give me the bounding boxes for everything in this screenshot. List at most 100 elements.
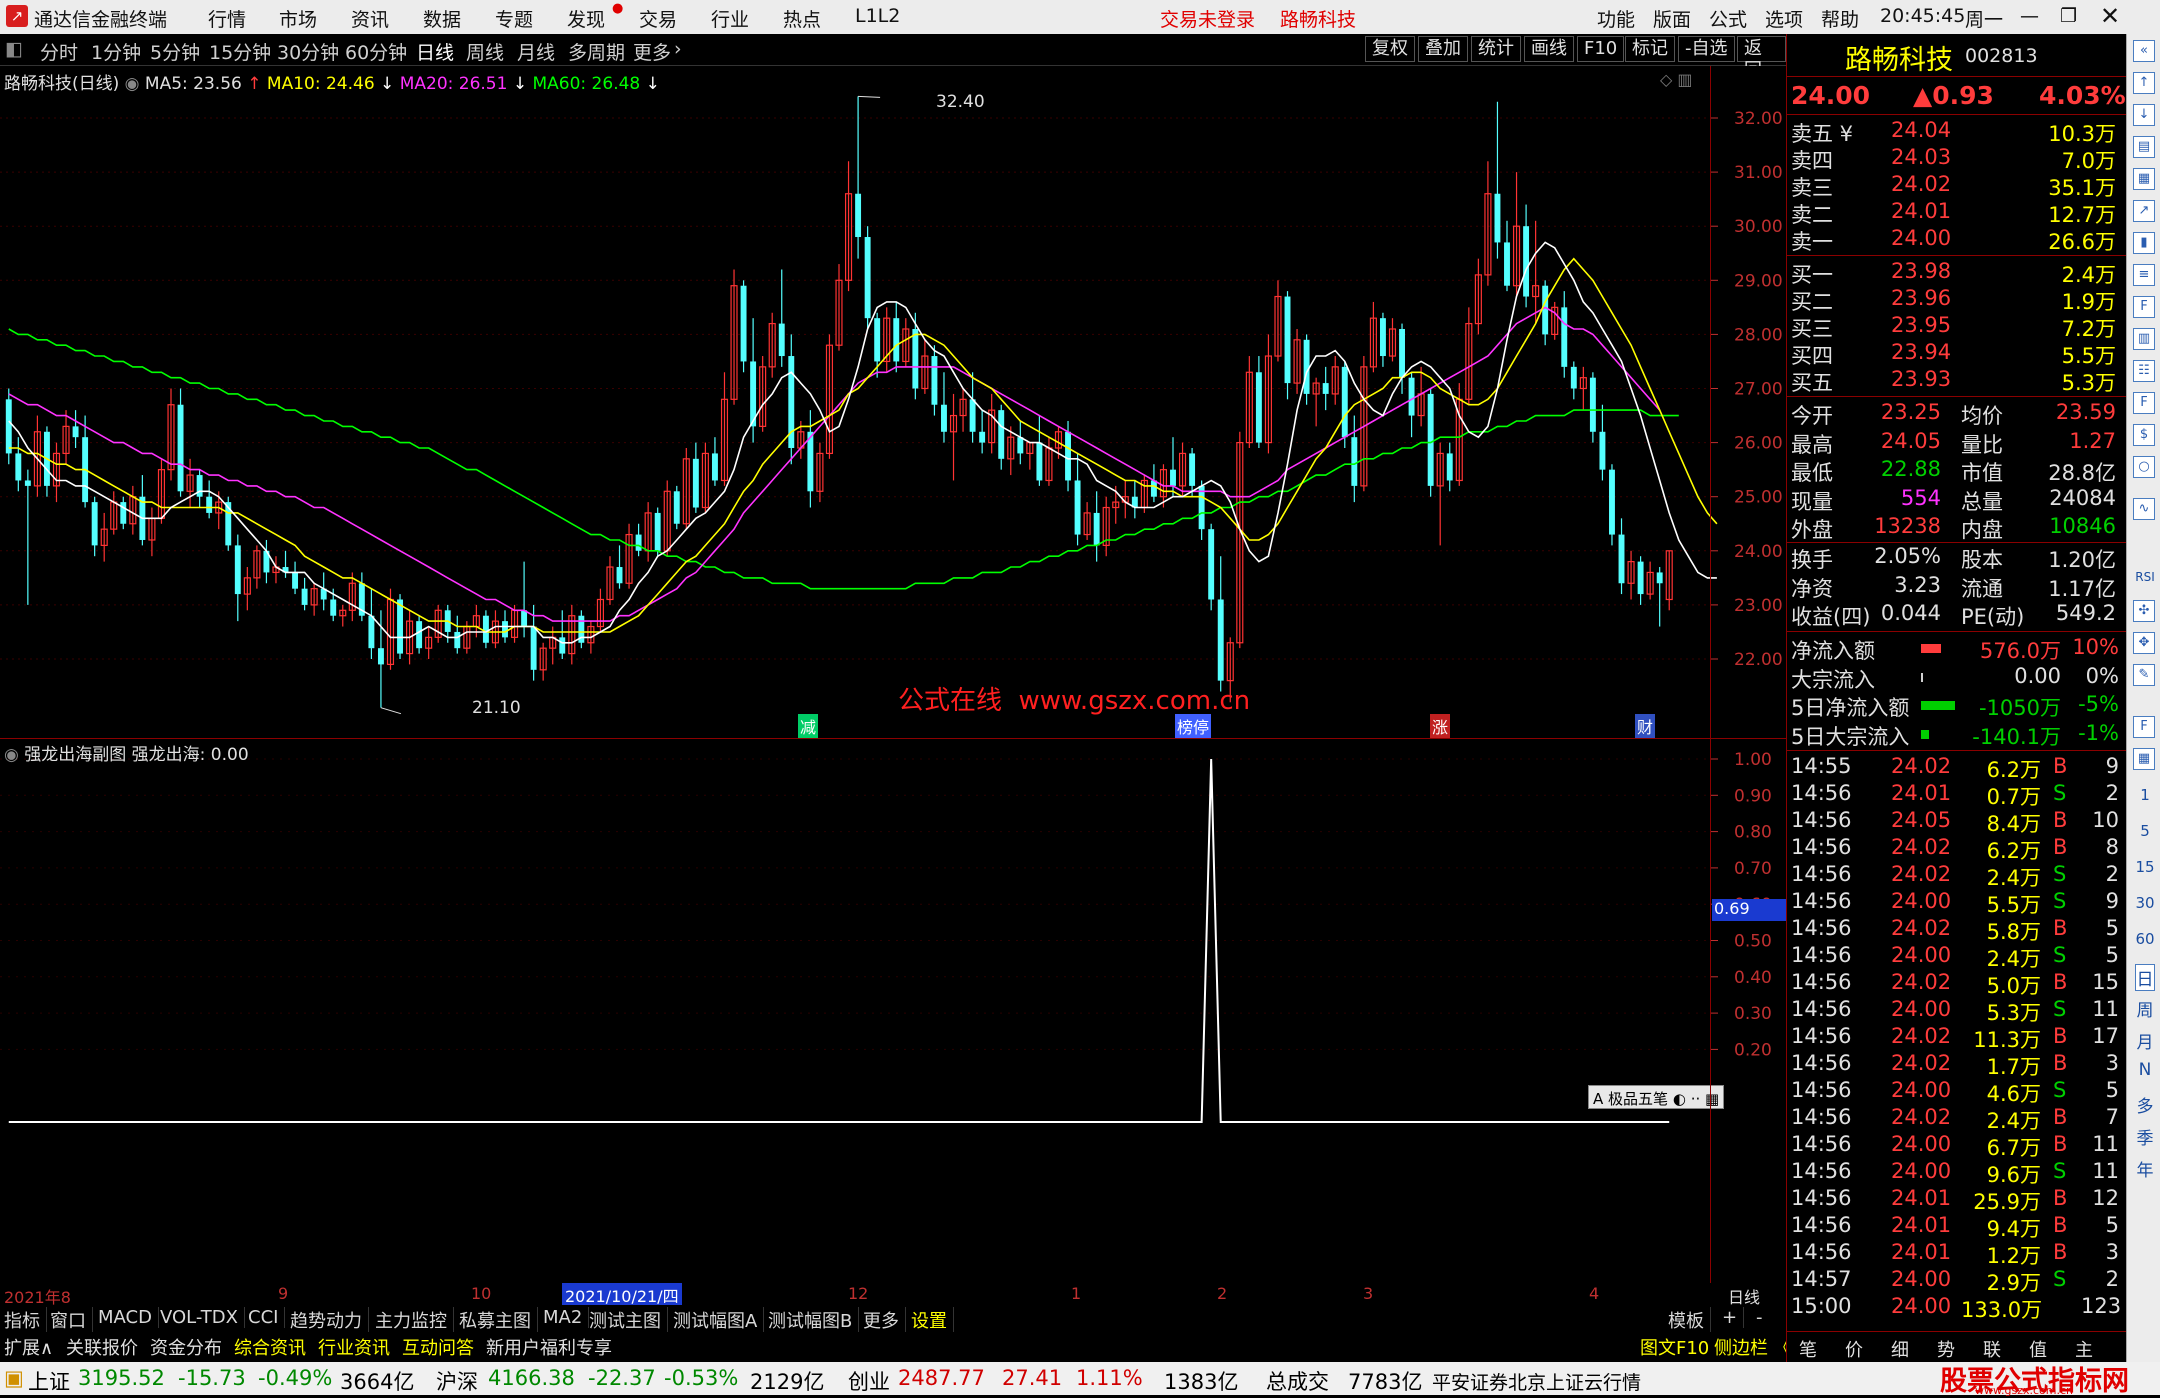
toolbar-diejia[interactable]: 叠加 bbox=[1418, 36, 1468, 62]
tab-cci[interactable]: CCI bbox=[248, 1307, 286, 1328]
ext-zonghe[interactable]: 综合资讯 bbox=[234, 1334, 306, 1360]
menu-item-bangzhu[interactable]: 帮助 bbox=[1821, 5, 1859, 32]
period-multi[interactable]: 多周期 bbox=[568, 38, 625, 65]
settings-icon[interactable]: ◉ bbox=[125, 74, 145, 94]
rsi-icon[interactable]: RSI bbox=[2135, 570, 2155, 584]
bid-row[interactable]: 买三 23.95 7.2万 bbox=[1791, 313, 2121, 341]
rp-tab-jia[interactable]: 价 bbox=[1845, 1336, 1863, 1362]
ask-row[interactable]: 卖四 24.03 7.0万 bbox=[1791, 145, 2121, 173]
ime-name[interactable]: 极品五笔 bbox=[1608, 1090, 1668, 1108]
tab-ceshi-b[interactable]: 测试幅图B bbox=[768, 1307, 860, 1333]
menu-item-jiaoyi[interactable]: 交易 bbox=[639, 5, 677, 32]
period-more[interactable]: 更多 bbox=[633, 38, 671, 65]
side-period-day[interactable]: 日 bbox=[2135, 964, 2155, 991]
list-icon[interactable]: ≡ bbox=[2133, 264, 2155, 286]
period-60min[interactable]: 60分钟 bbox=[345, 38, 407, 65]
pen-icon[interactable]: ✎ bbox=[2133, 664, 2155, 686]
grid2-icon[interactable]: ▦ bbox=[2133, 748, 2155, 770]
period-daily[interactable]: 日线 bbox=[416, 38, 454, 65]
bid-row[interactable]: 买四 23.94 5.5万 bbox=[1791, 340, 2121, 368]
bid-row[interactable]: 买一 23.98 2.4万 bbox=[1791, 259, 2121, 287]
ext-sidebar[interactable]: 侧边栏 《 bbox=[1714, 1334, 1792, 1360]
menu-item-hangqing[interactable]: 行情 bbox=[208, 5, 246, 32]
side-period-week[interactable]: 周 bbox=[2135, 996, 2155, 1021]
money-icon[interactable]: $ bbox=[2133, 424, 2155, 446]
period-monthly[interactable]: 月线 bbox=[517, 38, 555, 65]
ext-hangye[interactable]: 行业资讯 bbox=[318, 1334, 390, 1360]
tab-zhuli[interactable]: 主力监控 bbox=[375, 1307, 454, 1333]
event-tag-bangting[interactable]: 榜停 bbox=[1175, 714, 1212, 738]
rp-tab-bi[interactable]: 笔 bbox=[1799, 1336, 1817, 1362]
menu-item-shuju[interactable]: 数据 bbox=[423, 5, 461, 32]
toolbar-fuquan[interactable]: 复权 bbox=[1365, 36, 1415, 62]
menu-item-redian[interactable]: 热点 bbox=[783, 5, 821, 32]
f5-icon[interactable]: F bbox=[2133, 716, 2155, 738]
network-icon[interactable]: ✣ bbox=[2133, 600, 2155, 622]
tab-template[interactable]: 模板 bbox=[1668, 1307, 1711, 1333]
chart-icon[interactable]: ▥ bbox=[2133, 328, 2155, 350]
ime-toolbar[interactable]: A 极品五笔 ◐ ·· ▦ bbox=[1588, 1085, 1725, 1109]
table-icon[interactable]: ▤ bbox=[2133, 136, 2155, 158]
event-tag-cai[interactable]: 财 bbox=[1635, 714, 1656, 738]
kline-icon[interactable]: ▮ bbox=[2133, 232, 2155, 254]
news-icon[interactable]: ☷ bbox=[2133, 360, 2155, 382]
tab-minus[interactable]: - bbox=[1756, 1307, 1769, 1328]
bid-row[interactable]: 买五 23.93 5.3万 bbox=[1791, 367, 2121, 395]
status-sz-label[interactable]: 沪深 bbox=[436, 1366, 478, 1396]
bid-row[interactable]: 买二 23.96 1.9万 bbox=[1791, 286, 2121, 314]
ask-row[interactable]: 卖三 24.02 35.1万 bbox=[1791, 172, 2121, 200]
circle-icon[interactable]: ○ bbox=[2133, 456, 2155, 478]
close-icon[interactable]: ✕ bbox=[2100, 2, 2120, 30]
trend-icon[interactable]: ↗ bbox=[2133, 200, 2155, 222]
sub-indicator-chart[interactable]: 1.000.900.800.700.600.500.400.300.20 ◉ 强… bbox=[0, 738, 1786, 1283]
period-30min[interactable]: 30分钟 bbox=[277, 38, 339, 65]
period-weekly[interactable]: 周线 bbox=[466, 38, 504, 65]
tab-settings[interactable]: 设置 bbox=[911, 1307, 954, 1333]
menu-item-zhuanti[interactable]: 专题 bbox=[495, 5, 533, 32]
period-5min[interactable]: 5分钟 bbox=[150, 38, 200, 65]
toolbar-huaxian[interactable]: 画线 bbox=[1524, 36, 1574, 62]
event-tag-zhang[interactable]: 涨 bbox=[1430, 714, 1451, 738]
kline-chart[interactable]: 32.00 31.00 30.00 29.00 28.00 27.00 26.00 25.00… bbox=[0, 66, 1786, 738]
period-1min[interactable]: 1分钟 bbox=[91, 38, 141, 65]
tab-plus[interactable]: + bbox=[1722, 1307, 1745, 1328]
ask-row[interactable]: 卖五 ¥ 24.04 10.3万 bbox=[1791, 118, 2121, 146]
menu-item-gongshi[interactable]: 公式 bbox=[1709, 5, 1747, 32]
period-15min[interactable]: 15分钟 bbox=[209, 38, 271, 65]
menu-item-banmian[interactable]: 版面 bbox=[1653, 5, 1691, 32]
ask-row[interactable]: 卖一 24.00 26.6万 bbox=[1791, 226, 2121, 254]
menu-item-shichang[interactable]: 市场 bbox=[279, 5, 317, 32]
chart-controls-icon[interactable]: ◇ ▥ bbox=[1660, 70, 1693, 89]
tab-ceshi-zhutu[interactable]: 测试主图 bbox=[589, 1307, 668, 1333]
tab-vol-tdx[interactable]: VOL-TDX bbox=[160, 1307, 245, 1328]
ext-expand[interactable]: 扩展∧ bbox=[4, 1334, 53, 1360]
collapse-icon[interactable]: « bbox=[2133, 40, 2155, 62]
minimize-icon[interactable]: — bbox=[2020, 5, 2039, 27]
status-cy-label[interactable]: 创业 bbox=[848, 1366, 890, 1396]
f10-icon[interactable]: F bbox=[2133, 296, 2155, 318]
side-period-month[interactable]: 月 bbox=[2135, 1028, 2155, 1053]
ask-row[interactable]: 卖二 24.01 12.7万 bbox=[1791, 199, 2121, 227]
tab-simu[interactable]: 私募主图 bbox=[459, 1307, 538, 1333]
ext-xinyonghu[interactable]: 新用户福利专享 bbox=[486, 1334, 612, 1360]
tab-chuangkou[interactable]: 窗口 bbox=[50, 1307, 93, 1333]
tab-more[interactable]: 更多 bbox=[863, 1307, 906, 1333]
toolbar-back[interactable]: 返回 bbox=[1737, 36, 1786, 81]
f2-icon[interactable]: F bbox=[2133, 392, 2155, 414]
toolbar-f10[interactable]: F10 bbox=[1577, 36, 1625, 62]
period-fenshi[interactable]: 分时 bbox=[40, 38, 78, 65]
ext-hudong[interactable]: 互动问答 bbox=[402, 1334, 474, 1360]
side-period-quarter[interactable]: 季 bbox=[2135, 1124, 2155, 1149]
sub-settings-icon[interactable]: ◉ bbox=[4, 745, 24, 765]
trade-status[interactable]: 交易未登录 bbox=[1160, 5, 1255, 32]
menu-item-xuanxiang[interactable]: 选项 bbox=[1765, 5, 1803, 32]
tab-ceshi-a[interactable]: 测试幅图A bbox=[673, 1307, 765, 1333]
side-period-n[interactable]: N bbox=[2135, 1060, 2155, 1080]
menu-item-hangye[interactable]: 行业 bbox=[711, 5, 749, 32]
tab-qushi[interactable]: 趋势动力 bbox=[290, 1307, 369, 1333]
ime-a-icon[interactable]: A bbox=[1593, 1090, 1603, 1108]
arrows-icon[interactable]: ✥ bbox=[2133, 632, 2155, 654]
tab-macd[interactable]: MACD bbox=[98, 1307, 159, 1328]
ext-f10[interactable]: 图文F10 bbox=[1640, 1334, 1709, 1360]
wave-icon[interactable]: ∿ bbox=[2133, 498, 2155, 520]
